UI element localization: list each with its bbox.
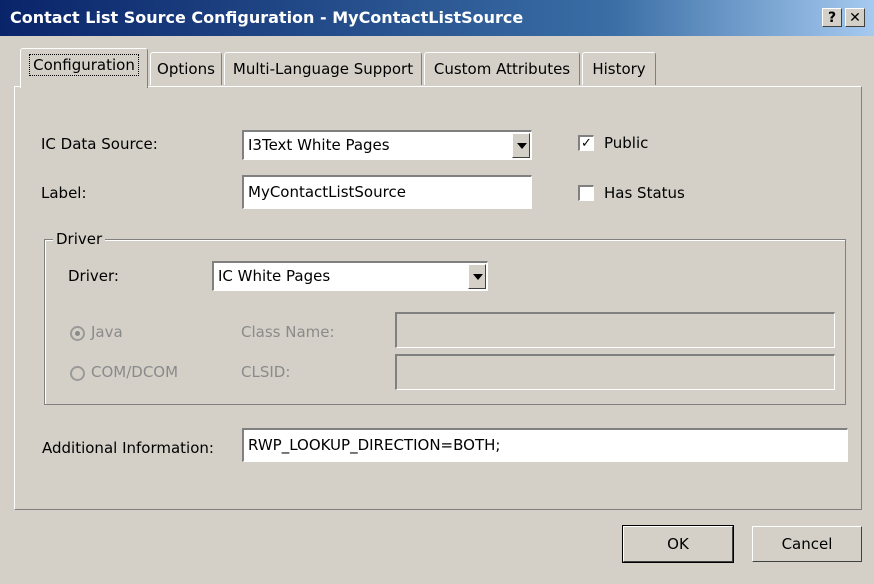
driver-group-title: Driver — [53, 230, 106, 248]
ic-data-source-dropdown[interactable]: I3Text White Pages — [242, 130, 532, 160]
driver-value: IC White Pages — [218, 267, 331, 285]
cancel-button[interactable]: Cancel — [752, 526, 862, 562]
driver-dropdown[interactable]: IC White Pages — [212, 261, 488, 291]
tab-history[interactable]: History — [582, 52, 656, 85]
has-status-label: Has Status — [604, 184, 685, 202]
java-radio[interactable] — [70, 326, 85, 341]
public-checkbox[interactable]: ✓ — [578, 135, 594, 151]
public-label: Public — [604, 134, 649, 152]
label-input[interactable]: MyContactListSource — [242, 175, 532, 209]
ok-button[interactable]: OK — [622, 525, 734, 563]
window-title: Contact List Source Configuration - MyCo… — [10, 8, 524, 27]
ic-data-source-value: I3Text White Pages — [248, 136, 390, 154]
tab-options[interactable]: Options — [150, 52, 222, 85]
has-status-checkbox[interactable] — [578, 185, 594, 201]
class-name-input[interactable] — [395, 312, 835, 348]
close-button[interactable]: ✕ — [845, 8, 865, 27]
ic-data-source-label: IC Data Source: — [41, 135, 158, 153]
check-icon: ✓ — [581, 136, 592, 151]
com-dcom-label: COM/DCOM — [91, 363, 179, 381]
additional-info-input[interactable]: RWP_LOOKUP_DIRECTION=BOTH; — [242, 428, 848, 462]
com-dcom-radio[interactable] — [70, 366, 85, 381]
chevron-down-icon[interactable] — [468, 264, 486, 289]
tab-multi-language-support[interactable]: Multi-Language Support — [224, 52, 422, 85]
help-icon: ? — [827, 10, 837, 26]
close-icon: ✕ — [849, 10, 861, 26]
chevron-down-icon[interactable] — [512, 133, 530, 158]
title-bar: Contact List Source Configuration - MyCo… — [0, 0, 874, 36]
driver-groupbox: Driver Driver: IC White Pages Java Class… — [44, 230, 846, 405]
class-name-label: Class Name: — [241, 323, 335, 341]
tab-custom-attributes[interactable]: Custom Attributes — [424, 52, 580, 85]
label-field-label: Label: — [41, 184, 87, 202]
clsid-label: CLSID: — [241, 363, 291, 381]
configuration-panel: IC Data Source: I3Text White Pages Label… — [14, 86, 862, 510]
java-label: Java — [91, 323, 123, 341]
clsid-input[interactable] — [395, 354, 835, 390]
help-button[interactable]: ? — [822, 8, 842, 27]
tab-configuration[interactable]: Configuration — [20, 48, 148, 88]
additional-info-label: Additional Information: — [42, 439, 214, 457]
driver-label: Driver: — [68, 267, 119, 285]
